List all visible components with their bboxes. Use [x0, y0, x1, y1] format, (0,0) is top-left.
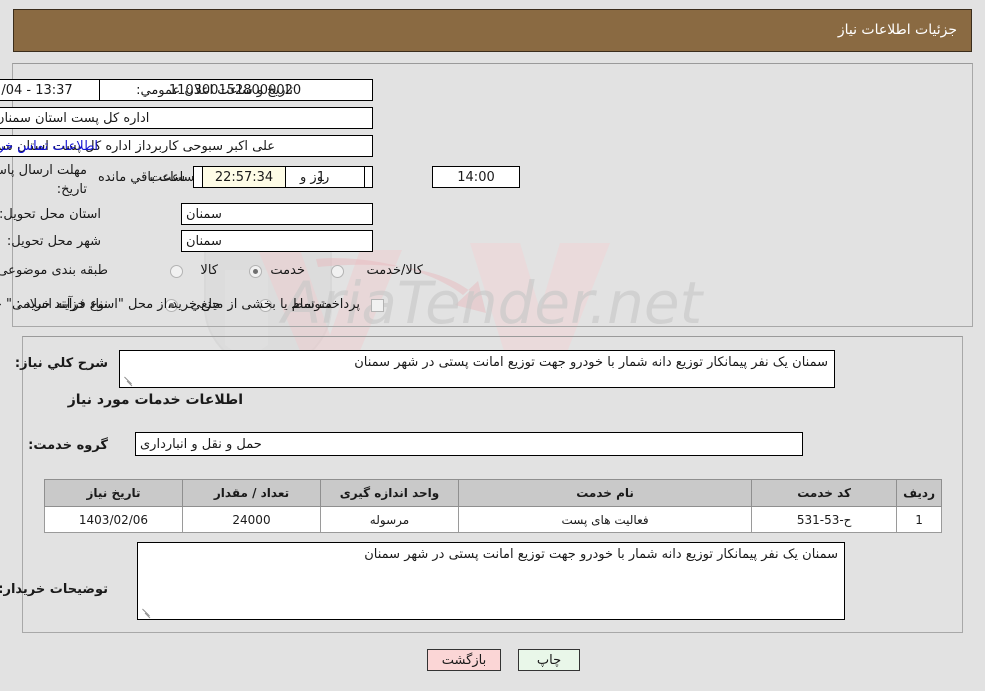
table-row: 1 ح-53-531 فعالیت های پست مرسوله 24000 1… — [44, 506, 942, 533]
col-quantity: تعداد / مقدار — [182, 479, 321, 507]
treasury-bonds-label: پرداخت تمام یا بخشی از مبلغ خرید،از محل … — [0, 297, 360, 312]
radio-label-goods-service[interactable]: کالا/خدمت — [366, 263, 423, 278]
deadline-time-field[interactable]: 14:00 — [432, 166, 520, 188]
deadline-label-line2: تاریخ: — [56, 182, 87, 197]
countdown-timer-field: 22:57:34 — [202, 166, 286, 188]
col-unit: واحد اندازه گیری — [320, 479, 459, 507]
service-group-field[interactable]: حمل و نقل و انبارداری — [135, 432, 803, 456]
announce-datetime-field[interactable]: 13:37 - 1403/02/04 — [0, 79, 100, 101]
radio-category-service[interactable] — [249, 265, 262, 278]
print-button[interactable]: چاپ — [518, 649, 580, 671]
buyer-notes-textarea[interactable]: سمنان یک نفر پیمانکار توزیع دانه شمار با… — [137, 542, 845, 620]
delivery-province-label: استان محل تحویل: — [0, 207, 101, 222]
general-description-textarea[interactable]: سمنان یک نفر پیمانکار توزیع دانه شمار با… — [119, 350, 835, 388]
delivery-city-label: شهر محل تحویل: — [6, 234, 101, 249]
table-header-row: ردیف کد خدمت نام خدمت واحد اندازه گیری ت… — [44, 479, 942, 507]
col-row-no: ردیف — [896, 479, 942, 507]
delivery-city-field[interactable]: سمنان — [181, 230, 373, 252]
col-service-name: نام خدمت — [457, 479, 753, 507]
subject-category-label: طبقه بندی موضوعی: — [0, 263, 108, 278]
general-description-label: شرح کلي نیاز: — [14, 356, 108, 371]
remaining-hours-label: ساعت باقي مانده — [98, 170, 195, 185]
buyer-org-field[interactable]: اداره کل پست استان سمنان — [0, 107, 373, 129]
service-group-label: گروه خدمت: — [28, 438, 108, 453]
services-table: ردیف کد خدمت نام خدمت واحد اندازه گیری ت… — [44, 479, 942, 533]
cell-service-code: ح-53-531 — [751, 506, 898, 533]
treasury-bonds-checkbox[interactable] — [371, 299, 384, 312]
cell-row-no: 1 — [896, 506, 942, 533]
buyer-notes-text: سمنان یک نفر پیمانکار توزیع دانه شمار با… — [364, 547, 838, 562]
delivery-province-field[interactable]: سمنان — [181, 203, 373, 225]
radio-category-goods-service[interactable] — [331, 265, 344, 278]
radio-label-service[interactable]: خدمت — [270, 263, 305, 278]
radio-category-goods[interactable] — [170, 265, 183, 278]
cell-service-name: فعالیت های پست — [457, 506, 753, 533]
general-description-text: سمنان یک نفر پیمانکار توزیع دانه شمار با… — [354, 355, 828, 370]
cell-unit: مرسوله — [320, 506, 459, 533]
announce-datetime-label: تاریخ و ساعت اعلان عمومي: — [136, 83, 293, 98]
resize-grip-icon[interactable] — [122, 374, 134, 386]
services-section-heading: اطلاعات خدمات مورد نیاز — [67, 392, 243, 408]
page-header-bar: جزئیات اطلاعات نیاز — [13, 9, 972, 52]
col-service-code: کد خدمت — [751, 479, 898, 507]
buyer-notes-label: توضیحات خریدار: — [0, 582, 108, 597]
need-info-panel — [12, 63, 973, 327]
cell-quantity: 24000 — [182, 506, 321, 533]
buyer-contact-link[interactable]: اطلاعات تماس خریدار — [0, 139, 98, 154]
deadline-label-line1: مهلت ارسال پاسخ: تا — [0, 163, 87, 178]
resize-grip-icon[interactable] — [140, 606, 152, 618]
back-button[interactable]: بازگشت — [427, 649, 501, 671]
col-need-date: تاریخ نیاز — [44, 479, 183, 507]
radio-label-goods[interactable]: کالا — [200, 263, 218, 278]
cell-need-date: 1403/02/06 — [44, 506, 183, 533]
days-word-label: روز و — [300, 170, 330, 185]
page-title: جزئیات اطلاعات نیاز — [837, 22, 957, 38]
